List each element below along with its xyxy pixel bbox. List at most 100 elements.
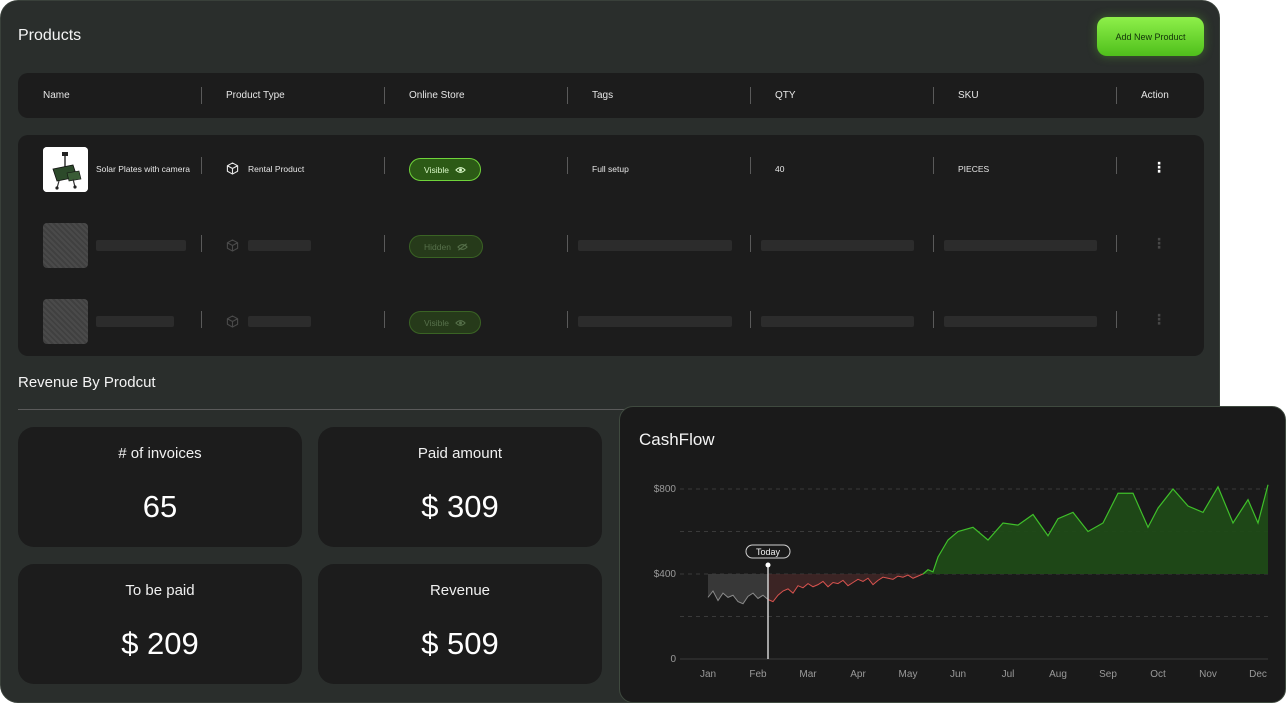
x-tick-label: Jul (1002, 669, 1015, 680)
box-icon (226, 239, 239, 252)
add-new-product-button[interactable]: Add New Product (1097, 17, 1204, 56)
column-divider (384, 157, 385, 174)
column-divider (201, 235, 202, 252)
stat-value: $ 209 (121, 626, 199, 661)
online-store-status: Visible (424, 164, 449, 175)
stat-value: $ 509 (421, 626, 499, 661)
column-header-qty[interactable]: QTY (775, 73, 796, 118)
stat-label: To be paid (125, 582, 195, 599)
stat-card-paid-amount: Paid amount $ 309 (318, 427, 602, 547)
x-tick-label: Oct (1150, 669, 1166, 680)
online-store-status: Hidden (424, 241, 451, 252)
text-placeholder (578, 316, 732, 327)
stat-label: Paid amount (417, 445, 503, 462)
box-icon (226, 315, 239, 328)
stat-label: # of invoices (118, 445, 202, 462)
y-tick-label: $800 (654, 484, 677, 495)
column-divider (933, 157, 934, 174)
text-placeholder (248, 240, 311, 251)
column-header-action: Action (1141, 90, 1169, 101)
text-placeholder (944, 316, 1097, 327)
x-tick-label: Feb (749, 669, 767, 680)
cashflow-card: CashFlow 0 $400 $800 Jan Feb Mar Apr May Jun Jul A… (619, 406, 1286, 703)
stat-card-invoices: # of invoices 65 (18, 427, 302, 547)
product-qty: 40 (775, 164, 785, 174)
y-tick-label: $400 (654, 569, 677, 580)
x-tick-label: Jun (950, 669, 966, 680)
column-divider (750, 157, 751, 174)
text-placeholder (96, 316, 174, 327)
table-row-placeholder: Hidden ⋮ (18, 213, 1204, 275)
online-store-toggle[interactable]: Visible (409, 158, 481, 181)
column-divider (1116, 235, 1117, 252)
text-placeholder (96, 240, 186, 251)
more-actions-icon: ⋮ (1152, 235, 1166, 251)
column-divider (567, 157, 568, 174)
column-divider (567, 311, 568, 328)
column-divider (567, 87, 568, 104)
today-label: Today (756, 547, 781, 557)
product-tags: Full setup (592, 164, 629, 174)
column-divider (933, 87, 934, 104)
x-tick-label: Dec (1249, 669, 1267, 680)
online-store-status: Visible (424, 317, 449, 328)
column-divider (384, 235, 385, 252)
x-tick-label: Jan (700, 669, 716, 680)
x-tick-label: Sep (1099, 669, 1117, 680)
table-row[interactable]: Solar Plates with camera Rental Product … (18, 135, 1204, 197)
column-divider (384, 311, 385, 328)
box-icon (226, 162, 239, 175)
online-store-toggle: Hidden (409, 235, 483, 258)
x-tick-label: Aug (1049, 669, 1067, 680)
column-divider (201, 87, 202, 104)
product-thumbnail (43, 147, 88, 192)
column-divider (201, 157, 202, 174)
x-tick-label: Apr (850, 669, 866, 680)
column-divider (1116, 311, 1117, 328)
stat-card-revenue: Revenue $ 509 (318, 564, 602, 684)
thumbnail-placeholder (43, 223, 88, 268)
column-divider (750, 235, 751, 252)
today-dot (765, 562, 771, 568)
text-placeholder (248, 316, 311, 327)
text-placeholder (761, 316, 914, 327)
table-row-placeholder: Visible ⋮ (18, 289, 1204, 351)
solar-plate-image (43, 147, 88, 192)
eye-icon (455, 319, 466, 326)
more-actions-icon[interactable]: ⋮ (1152, 159, 1166, 176)
column-header-tags[interactable]: Tags (592, 73, 613, 118)
product-name[interactable]: Solar Plates with camera (96, 164, 190, 174)
stat-card-to-be-paid: To be paid $ 209 (18, 564, 302, 684)
more-actions-icon: ⋮ (1152, 311, 1166, 327)
column-divider (750, 311, 751, 328)
table-header: Name Product Type Online Store Tags QTY … (18, 73, 1204, 118)
column-divider (933, 311, 934, 328)
text-placeholder (761, 240, 914, 251)
x-tick-label: May (899, 669, 918, 680)
column-header-online-store[interactable]: Online Store (409, 73, 465, 118)
column-header-product-type[interactable]: Product Type (226, 73, 285, 118)
text-placeholder (944, 240, 1097, 251)
column-header-sku[interactable]: SKU (958, 73, 979, 118)
column-header-name[interactable]: Name (43, 73, 70, 118)
stat-label: Revenue (429, 582, 491, 599)
eye-icon (455, 166, 466, 173)
column-divider (567, 235, 568, 252)
product-type: Rental Product (248, 164, 305, 174)
product-sku: PIECES (958, 164, 990, 174)
column-divider (201, 311, 202, 328)
revenue-section-title: Revenue By Prodcut (18, 374, 156, 391)
thumbnail-placeholder (43, 299, 88, 344)
products-table: Solar Plates with camera Rental Product … (18, 135, 1204, 356)
x-tick-label: Nov (1199, 669, 1217, 680)
stat-value: $ 309 (421, 489, 499, 524)
column-divider (384, 87, 385, 104)
column-divider (750, 87, 751, 104)
column-divider (1116, 87, 1117, 104)
products-title: Products (18, 27, 82, 44)
text-placeholder (578, 240, 732, 251)
y-tick-label: 0 (670, 654, 676, 665)
column-divider (1116, 157, 1117, 174)
stat-value: 65 (142, 489, 178, 524)
eye-off-icon (457, 242, 468, 251)
